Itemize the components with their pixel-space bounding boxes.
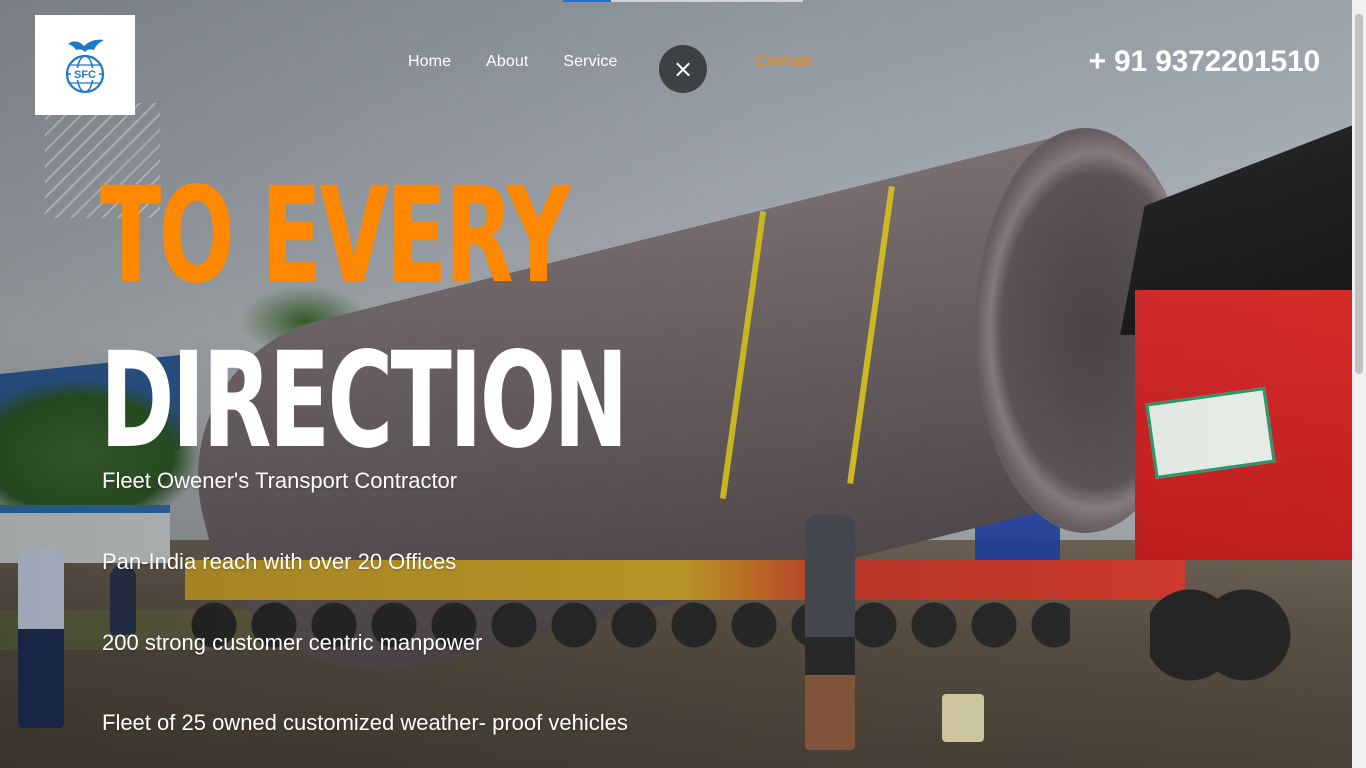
hero-feature-4: Fleet of 25 owned customized weather- pr… bbox=[102, 710, 628, 735]
hero-feature-1: Fleet Owener's Transport Contractor bbox=[102, 468, 458, 493]
nav-about[interactable]: About bbox=[486, 53, 528, 71]
main-nav: Home About Service Contact bbox=[408, 53, 811, 71]
slider-progress bbox=[563, 0, 803, 2]
close-button[interactable]: × bbox=[659, 45, 707, 93]
nav-contact[interactable]: Contact bbox=[755, 53, 811, 71]
nav-home[interactable]: Home bbox=[408, 53, 451, 71]
scrollbar-thumb[interactable] bbox=[1355, 14, 1363, 374]
hero-feature-3: 200 strong customer centric manpower bbox=[102, 630, 483, 655]
logo-text: SFC bbox=[74, 69, 96, 81]
nav-service[interactable]: Service bbox=[563, 53, 617, 71]
site-logo[interactable]: SFC bbox=[35, 15, 135, 115]
phone-number[interactable]: + 91 9372201510 bbox=[1058, 45, 1321, 85]
hero-feature-2: Pan-India reach with over 20 Offices bbox=[102, 549, 457, 574]
close-icon: × bbox=[672, 55, 694, 83]
page-scrollbar[interactable] bbox=[1352, 0, 1366, 768]
hero-title-line-1: TO EVERY bbox=[100, 159, 571, 313]
hero-title-line-2: DIRECTION bbox=[100, 324, 629, 478]
globe-eagle-logo-icon: SFC bbox=[65, 39, 105, 94]
slider-progress-fill bbox=[563, 0, 611, 2]
